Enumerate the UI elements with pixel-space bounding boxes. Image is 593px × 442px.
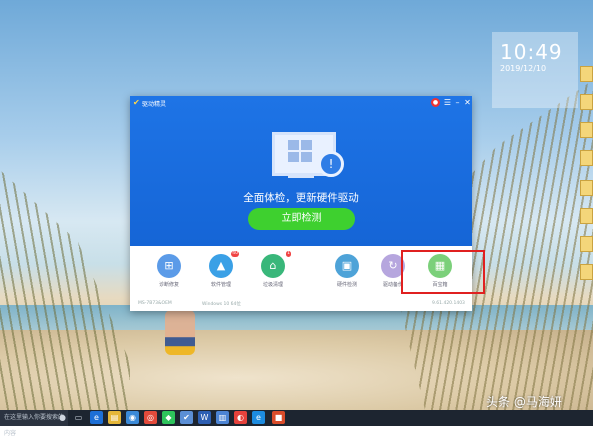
edge-icon[interactable]: e — [90, 411, 103, 424]
desktop-folder-icon[interactable] — [580, 150, 593, 166]
monitor-stand — [288, 174, 314, 178]
tool-label: 硬件检测 — [336, 282, 357, 288]
window-header: ✔ 驱动精灵 ● ☰ – ✕ ! 全面体检，更新硬件驱动 立即检测 — [130, 96, 472, 246]
status-model: MS-7B73&OEM — [138, 301, 172, 306]
close-icon[interactable]: ✕ — [463, 98, 472, 107]
desktop-folder-icon[interactable] — [580, 122, 593, 138]
chrome-icon[interactable]: ◉ — [126, 411, 139, 424]
task-view-icon[interactable]: ▭ — [72, 411, 85, 424]
highlight-box — [401, 250, 485, 294]
desktop-folder-icon[interactable] — [580, 94, 593, 110]
scan-now-button[interactable]: 立即检测 — [248, 208, 355, 230]
desktop-folder-icon[interactable] — [580, 264, 593, 280]
clock-date: 2019/12/10 — [500, 64, 547, 73]
clean-icon: ⌂ 1 — [261, 251, 291, 278]
software-icon: ▲ 40 — [209, 251, 239, 278]
gear-alert-icon: ! — [318, 151, 344, 177]
tool-label: 垃圾清理 — [262, 282, 283, 288]
wechat-icon[interactable]: ◆ — [162, 411, 175, 424]
tool-badge: 40 — [231, 251, 239, 257]
status-os: Windows 10 64位 — [202, 302, 241, 307]
tool-junk-clean[interactable]: ⌂ 1 垃圾清理 — [253, 251, 293, 288]
desktop-folder-icon[interactable] — [580, 236, 593, 252]
runner-figure — [165, 310, 195, 355]
tool-badge: 1 — [286, 251, 291, 257]
menu-icon[interactable]: ☰ — [443, 98, 452, 107]
windows-logo-icon — [288, 140, 312, 162]
window-title: 驱动精灵 — [142, 101, 167, 108]
repair-icon: ⊞ — [157, 254, 181, 278]
notification-icon[interactable]: ● — [431, 98, 440, 107]
document-icon[interactable]: ▥ — [216, 411, 229, 424]
browser-icon[interactable]: ◐ — [234, 411, 247, 424]
app-logo-icon: ✔ — [133, 98, 140, 107]
driver-genius-task-icon[interactable]: ✔ — [180, 411, 193, 424]
word-icon[interactable]: W — [198, 411, 211, 424]
desktop-folder-icon[interactable] — [580, 208, 593, 224]
hardware-icon: ▣ — [335, 254, 359, 278]
explorer-icon[interactable]: ▤ — [108, 411, 121, 424]
watermark: 头条 @马海妍 — [486, 395, 562, 409]
ie-icon[interactable]: e — [252, 411, 265, 424]
taskbar — [0, 410, 593, 426]
driver-genius-window: ✔ 驱动精灵 ● ☰ – ✕ ! 全面体检，更新硬件驱动 立即检测 ⊞ 诊断修复… — [130, 96, 485, 311]
tool-software-manager[interactable]: ▲ 40 软件管理 — [201, 251, 241, 288]
netease-music-icon[interactable]: ◎ — [144, 411, 157, 424]
tool-hardware-check[interactable]: ▣ 硬件检测 — [327, 254, 367, 288]
minimize-icon[interactable]: – — [453, 98, 462, 107]
microphone-icon[interactable]: ● — [56, 411, 69, 424]
status-version: 9.61.420.1403 — [432, 301, 465, 306]
desktop-folder-icon[interactable] — [580, 66, 593, 82]
clock-time: 10:49 — [500, 40, 563, 64]
app-icon[interactable]: ■ — [272, 411, 285, 424]
desktop-folder-icon[interactable] — [580, 180, 593, 196]
headline: 全面体检，更新硬件驱动 — [243, 192, 359, 204]
tool-diagnose-repair[interactable]: ⊞ 诊断修复 — [149, 254, 189, 288]
tool-label: 软件管理 — [210, 282, 231, 288]
tool-label: 诊断修复 — [158, 282, 179, 288]
